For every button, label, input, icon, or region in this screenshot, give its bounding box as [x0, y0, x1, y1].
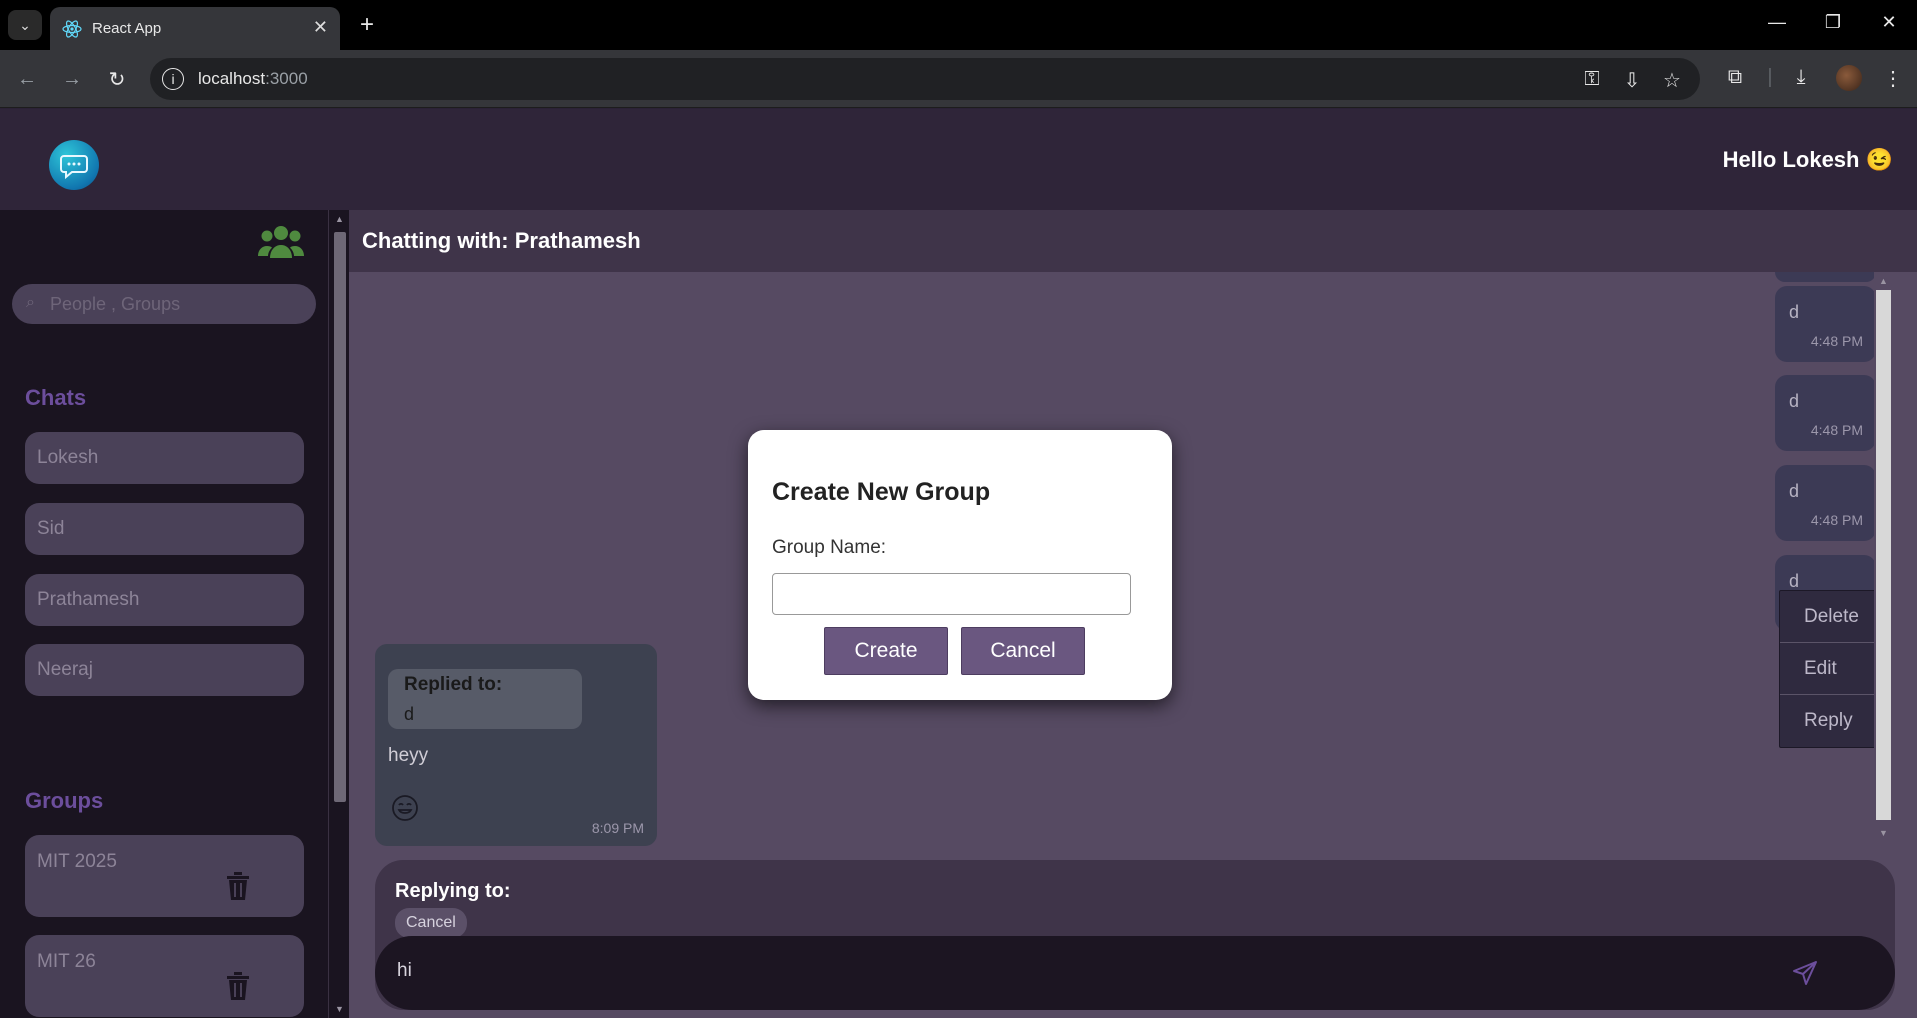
group-label: MIT 2025 [37, 851, 117, 872]
edit-menu-item[interactable]: Edit [1780, 643, 1886, 695]
react-logo-icon [62, 19, 82, 39]
reload-icon[interactable]: ↻ [103, 65, 131, 93]
chat-item-lokesh[interactable]: Lokesh [25, 432, 304, 484]
browser-tab[interactable]: React App ✕ [50, 7, 340, 50]
window-close-icon[interactable]: ✕ [1876, 12, 1902, 33]
reply-message-text: heyy [388, 745, 429, 766]
browser-tabstrip: ⌄ React App ✕ + — ❐ ✕ [0, 0, 1917, 50]
scroll-thumb[interactable] [334, 232, 346, 802]
minimize-icon[interactable]: — [1764, 12, 1790, 33]
search-input[interactable]: ⌕ People , Groups [12, 284, 316, 324]
chat-item-prathamesh[interactable]: Prathamesh [25, 574, 304, 626]
emoji-reaction-icon[interactable] [391, 794, 419, 822]
tab-search-button[interactable]: ⌄ [8, 10, 42, 40]
forward-icon[interactable]: → [58, 65, 86, 93]
search-icon: ⌕ [26, 294, 35, 311]
create-group-modal: Create New Group Group Name: Create Canc… [748, 430, 1172, 700]
new-tab-button[interactable]: + [352, 10, 382, 40]
chat-title: Chatting with: Prathamesh [362, 228, 641, 253]
profile-avatar[interactable] [1836, 65, 1862, 91]
message-bubble-partial[interactable] [1775, 272, 1876, 282]
cancel-button[interactable]: Cancel [961, 627, 1085, 675]
message-bubble[interactable]: d 4:48 PM [1775, 465, 1876, 541]
scroll-down-arrow[interactable]: ▼ [1874, 828, 1893, 838]
group-name-input[interactable] [772, 573, 1131, 615]
scroll-thumb[interactable] [1876, 290, 1891, 820]
trash-icon[interactable] [225, 871, 251, 901]
create-button[interactable]: Create [824, 627, 948, 675]
cancel-reply-button[interactable]: Cancel [395, 908, 467, 938]
replying-label: Replying to: [395, 880, 511, 902]
message-bubble[interactable]: d 4:48 PM [1775, 286, 1876, 362]
chat-item-sid[interactable]: Sid [25, 503, 304, 555]
group-item-mit-26[interactable]: MIT 26 [25, 935, 304, 1017]
group-name-label: Group Name: [772, 537, 887, 558]
message-input[interactable]: hi [375, 936, 1895, 1010]
chat-scrollbar[interactable]: ▲ ▼ [1874, 272, 1893, 842]
message-time: 8:09 PM [591, 820, 644, 836]
scroll-down-arrow[interactable]: ▼ [329, 1004, 350, 1014]
toolbar-divider: | [1767, 66, 1773, 88]
reply-message-bubble[interactable]: Replied to: d heyy 8:09 PM [375, 644, 657, 846]
tab-close-icon[interactable]: ✕ [313, 17, 328, 38]
reply-menu-item[interactable]: Reply [1780, 695, 1886, 747]
chevron-down-icon: ⌄ [19, 16, 31, 33]
sidebar: ⌕ People , Groups Chats Lokesh Sid Prath… [0, 210, 328, 1018]
scroll-up-arrow[interactable]: ▲ [1874, 276, 1893, 286]
user-greeting: Hello Lokesh 😉 [1722, 147, 1893, 172]
url-text: localhost:3000 [198, 69, 308, 88]
reply-quote: Replied to: d [388, 669, 582, 729]
group-item-mit-2025[interactable]: MIT 2025 [25, 835, 304, 917]
groups-section-title: Groups [25, 788, 104, 813]
modal-title: Create New Group [772, 478, 991, 506]
extensions-icon[interactable]: ⧉ [1722, 66, 1748, 89]
downloads-icon[interactable]: ⤓ [1788, 66, 1814, 89]
app-header: Hello Lokesh 😉 [0, 109, 1917, 210]
chats-section-title: Chats [25, 385, 87, 410]
message-input-value: hi [397, 960, 412, 981]
chat-item-neeraj[interactable]: Neeraj [25, 644, 304, 696]
install-app-icon[interactable]: ⇩ [1620, 68, 1644, 93]
chat-header: Chatting with: Prathamesh [349, 210, 1917, 272]
chat-logo-icon[interactable] [49, 140, 99, 190]
tab-title: React App [92, 20, 162, 37]
delete-menu-item[interactable]: Delete [1780, 591, 1886, 643]
back-icon[interactable]: ← [13, 65, 41, 93]
create-group-icon[interactable] [258, 224, 304, 260]
address-bar[interactable]: i localhost:3000 ⚿ ⇩ ☆ [150, 58, 1700, 100]
browser-menu-icon[interactable]: ⋮ [1880, 66, 1906, 91]
password-key-icon[interactable]: ⚿ [1580, 68, 1604, 91]
trash-icon[interactable] [225, 971, 251, 1001]
browser-toolbar: ← → ↻ i localhost:3000 ⚿ ⇩ ☆ [0, 50, 1917, 108]
group-label: MIT 26 [37, 951, 96, 972]
restore-icon[interactable]: ❐ [1820, 12, 1846, 33]
site-info-icon[interactable]: i [162, 68, 184, 90]
message-context-menu: Delete Edit Reply [1779, 590, 1887, 748]
message-bubble[interactable]: d 4:48 PM [1775, 375, 1876, 451]
search-placeholder: People , Groups [50, 293, 181, 314]
bookmark-star-icon[interactable]: ☆ [1660, 68, 1684, 93]
scroll-up-arrow[interactable]: ▲ [329, 214, 350, 224]
sidebar-scrollbar[interactable]: ▲ ▼ [328, 210, 349, 1018]
send-icon[interactable] [1791, 959, 1819, 987]
